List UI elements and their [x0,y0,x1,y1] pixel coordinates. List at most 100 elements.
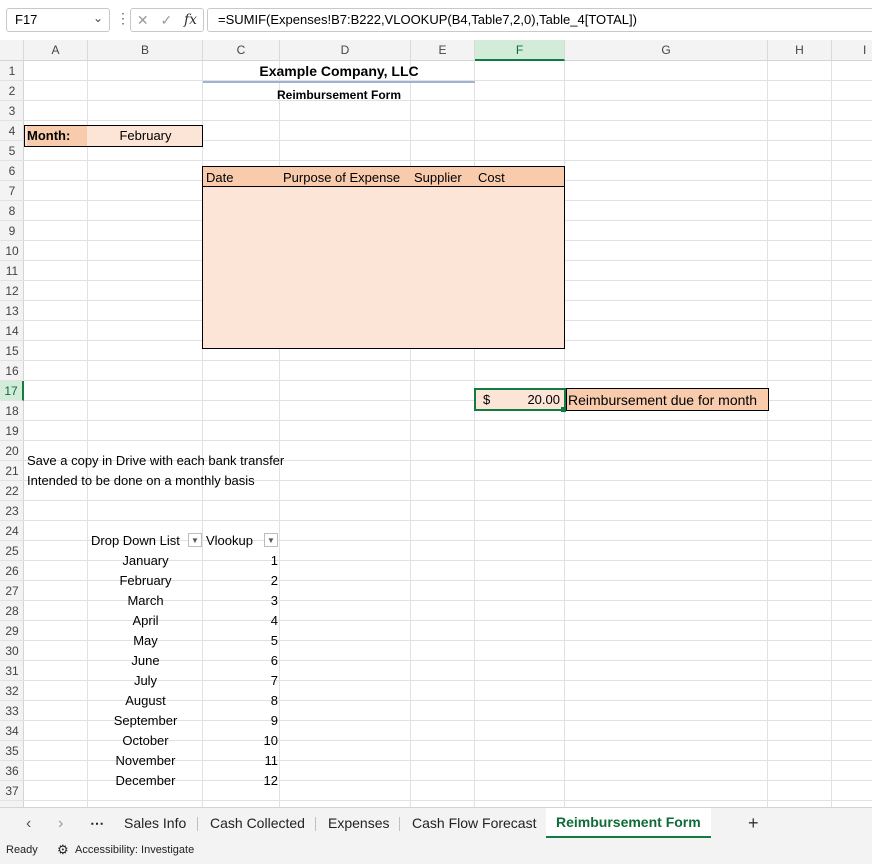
filter-dropdown-icon[interactable]: ▼ [264,533,278,547]
tab-sales-info[interactable]: Sales Info [114,808,196,839]
row-header[interactable]: 1 [0,61,24,81]
worksheet-grid[interactable]: Example Company, LLC Reimbursement Form … [24,61,872,807]
lookup-month: March [127,593,164,608]
row-header[interactable]: 10 [0,241,24,261]
scroll-left-icon[interactable]: ‹ [16,808,41,839]
status-bar: Ready ⚙ Accessibility: Investigate [0,839,872,864]
row-header[interactable]: 19 [0,421,24,441]
title-underline [203,81,475,83]
header-supplier: Supplier [414,170,462,185]
reimbursement-label: Reimbursement due for month [568,392,758,408]
tab-divider [315,817,316,831]
row-header[interactable]: 3 [0,101,24,121]
row-header[interactable]: 12 [0,281,24,301]
header-cost: Cost [478,170,505,185]
row-headers: 1 2 3 4 5 6 7 8 9 10 11 12 13 14 15 16 17 18 19 20 21 22 23 24 2… [0,61,24,807]
cancel-icon[interactable]: ✕ [137,12,149,29]
column-header-h[interactable]: H [768,40,832,61]
accessibility-status[interactable]: Accessibility: Investigate [75,844,194,856]
more-sheets-icon[interactable]: ⋯ [80,808,114,839]
row-header[interactable]: 32 [0,681,24,701]
row-header[interactable]: 27 [0,581,24,601]
column-header-g[interactable]: G [565,40,768,61]
row-header[interactable]: 29 [0,621,24,641]
lookup-number: 9 [270,713,278,728]
row-header[interactable]: 24 [0,521,24,541]
lookup-month: November [115,753,176,768]
row-header[interactable]: 5 [0,141,24,161]
lookup-number: 5 [270,633,278,648]
note-save-copy: Save a copy in Drive with each bank tran… [27,453,285,468]
row-header[interactable]: 33 [0,701,24,721]
row-header[interactable]: 28 [0,601,24,621]
column-header-b[interactable]: B [88,40,203,61]
row-header[interactable]: 23 [0,501,24,521]
insert-function-icon[interactable]: fx [184,12,197,28]
lookup-month: May [133,633,158,648]
accessibility-icon[interactable]: ⚙ [57,842,69,858]
row-header[interactable]: 34 [0,721,24,741]
name-box[interactable]: F17 ⌄ [6,8,110,32]
enter-icon[interactable]: ✓ [160,12,172,29]
row-header[interactable]: 8 [0,201,24,221]
lookup-number: 1 [270,553,278,568]
select-all-corner[interactable] [0,40,24,61]
scroll-right-icon[interactable]: › [48,808,73,839]
column-header-c[interactable]: C [203,40,280,61]
row-header[interactable]: 9 [0,221,24,241]
filter-dropdown-icon[interactable]: ▼ [188,533,202,547]
row-header[interactable]: 16 [0,361,24,381]
tab-divider [399,817,400,831]
row-header[interactable]: 11 [0,261,24,281]
add-sheet-icon[interactable]: + [738,808,769,839]
row-header[interactable]: 35 [0,741,24,761]
row-header[interactable]: 20 [0,441,24,461]
reimbursement-amount: 20.00 [527,392,560,407]
row-header[interactable]: 26 [0,561,24,581]
lookup-header-vlookup: Vlookup [206,533,253,548]
row-header[interactable]: 30 [0,641,24,661]
row-header[interactable]: 21 [0,461,24,481]
formula-bar: F17 ⌄ ⋮ ✕ ✓ fx =SUMIF(Expenses!B7:B222,V… [0,0,872,40]
row-header[interactable]: 25 [0,541,24,561]
column-header-a[interactable]: A [24,40,88,61]
more-options-icon[interactable]: ⋮ [116,10,130,27]
row-header[interactable]: 17 [0,381,24,401]
lookup-number: 11 [264,753,279,768]
tab-cash-flow-forecast[interactable]: Cash Flow Forecast [402,808,546,839]
row-header[interactable]: 4 [0,121,24,141]
column-header-e[interactable]: E [411,40,475,61]
note-monthly: Intended to be done on a monthly basis [27,473,255,488]
name-box-value: F17 [15,12,38,27]
row-header[interactable]: 14 [0,321,24,341]
column-header-i[interactable]: I [832,40,872,61]
lookup-month: January [122,553,169,568]
header-date: Date [206,170,234,185]
column-header-d[interactable]: D [280,40,411,61]
tab-expenses[interactable]: Expenses [318,808,399,839]
status-ready: Ready [6,844,38,856]
month-label: Month: [27,126,87,146]
lookup-month: September [113,713,178,728]
formula-controls: ✕ ✓ fx [130,8,204,32]
tab-reimbursement-form[interactable]: Reimbursement Form [546,808,711,838]
row-header[interactable]: 18 [0,401,24,421]
row-header[interactable]: 36 [0,761,24,781]
formula-input[interactable]: =SUMIF(Expenses!B7:B222,VLOOKUP(B4,Table… [207,8,872,32]
row-header[interactable]: 13 [0,301,24,321]
row-header[interactable]: 2 [0,81,24,101]
tab-cash-collected[interactable]: Cash Collected [200,808,315,839]
lookup-month: August [125,693,166,708]
row-header[interactable]: 31 [0,661,24,681]
row-header[interactable]: 37 [0,781,24,801]
month-select[interactable]: February [88,126,203,146]
chevron-down-icon[interactable]: ⌄ [93,11,103,25]
row-header[interactable]: 7 [0,181,24,201]
lookup-month: February [119,573,172,588]
form-title: Reimbursement Form [276,88,402,102]
row-header[interactable]: 6 [0,161,24,181]
column-header-f[interactable]: F [475,40,565,61]
lookup-number: 8 [270,693,278,708]
row-header[interactable]: 22 [0,481,24,501]
row-header[interactable]: 15 [0,341,24,361]
